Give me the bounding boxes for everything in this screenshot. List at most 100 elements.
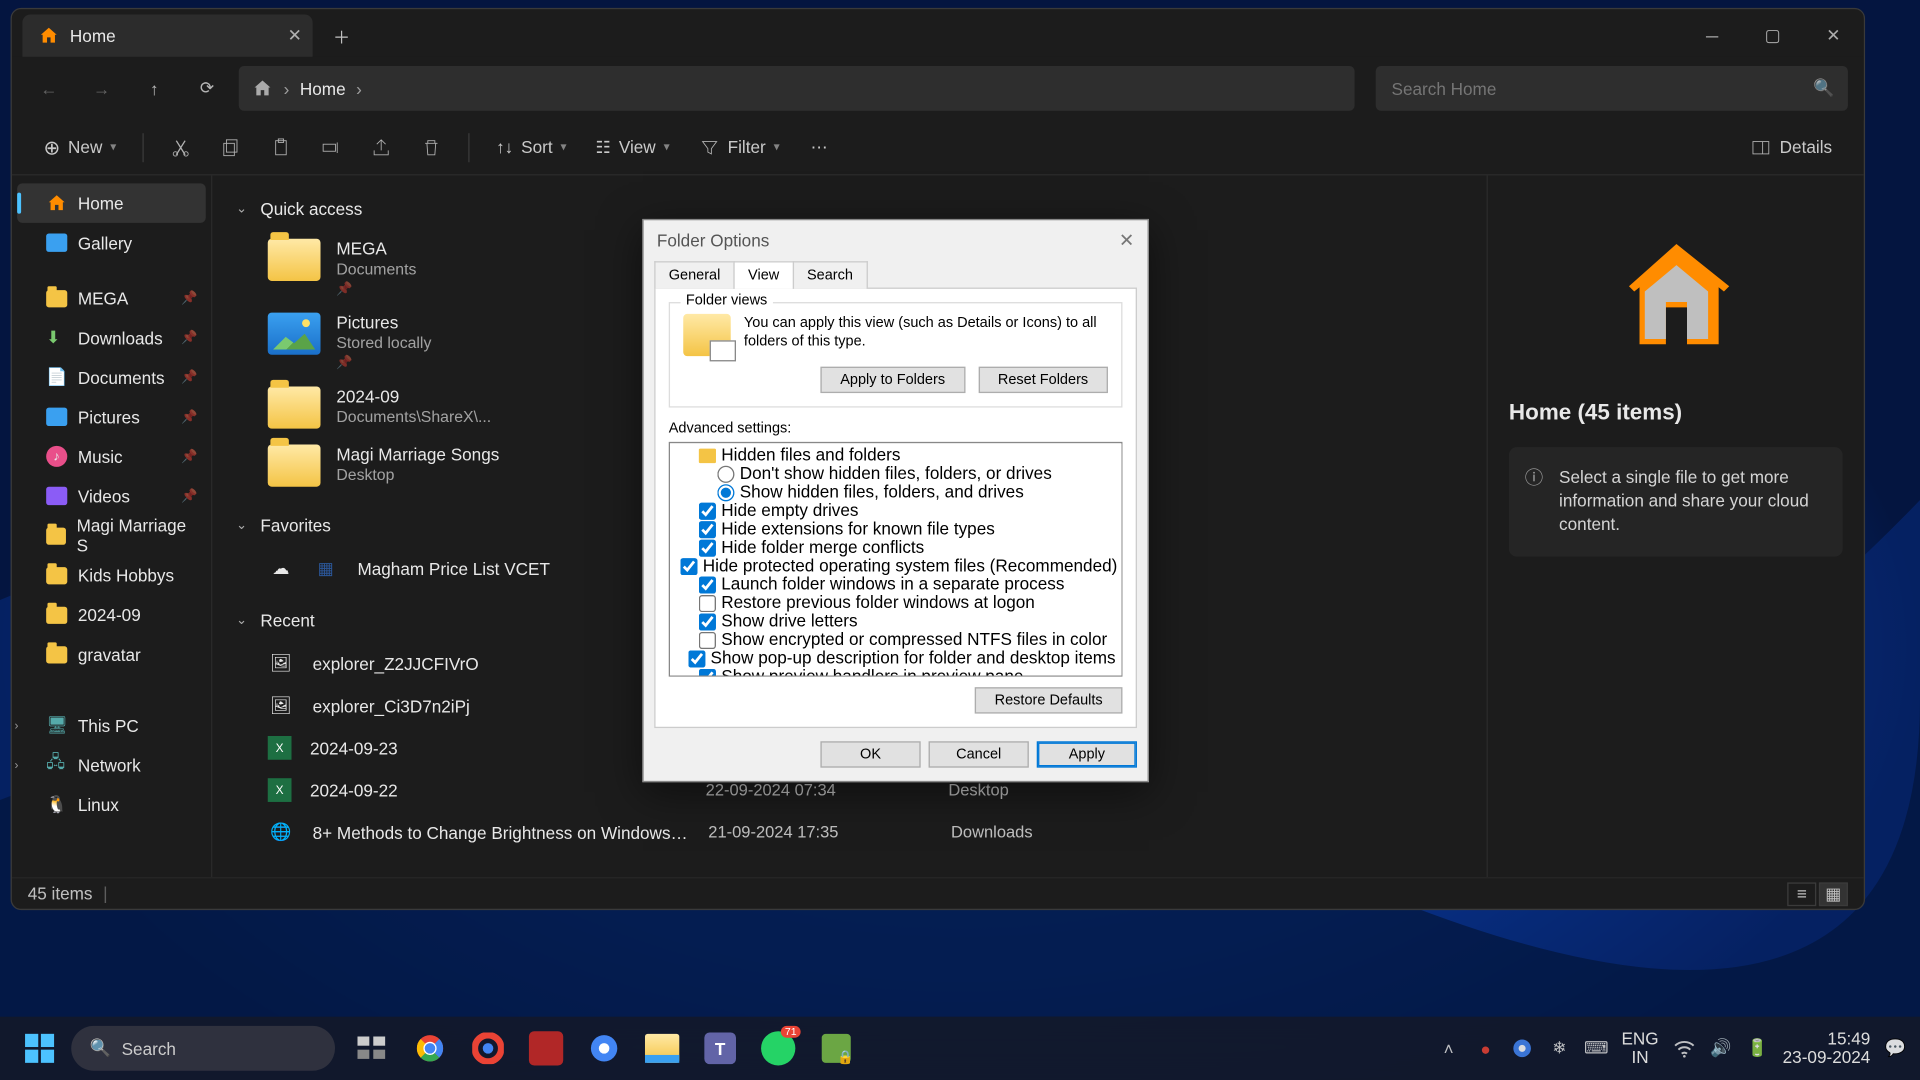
start-button[interactable] xyxy=(13,1022,66,1075)
new-tab-button[interactable]: ＋ xyxy=(321,15,363,57)
advanced-settings-list[interactable]: Hidden files and folders Don't show hidd… xyxy=(669,442,1123,677)
sidebar-item-thispc[interactable]: ›🖥This PC xyxy=(17,706,206,746)
checkbox-hide-merge[interactable] xyxy=(699,539,716,556)
checkbox-restore-previous[interactable] xyxy=(699,594,716,611)
close-dialog-button[interactable]: ✕ xyxy=(1119,229,1134,251)
rename-button[interactable] xyxy=(310,127,352,167)
restore-defaults-button[interactable]: Restore Defaults xyxy=(975,687,1123,713)
filter-button[interactable]: Filter▾ xyxy=(688,127,790,167)
tray-record-icon[interactable]: ● xyxy=(1474,1036,1498,1060)
forward-button[interactable]: → xyxy=(80,67,122,109)
breadcrumb-home[interactable]: Home xyxy=(300,78,346,98)
search-box[interactable]: 🔍 xyxy=(1376,66,1848,111)
tab-search[interactable]: Search xyxy=(792,261,867,289)
reset-folders-button[interactable]: Reset Folders xyxy=(978,367,1108,393)
advanced-settings-label: Advanced settings: xyxy=(669,421,1123,437)
dialog-titlebar[interactable]: Folder Options✕ xyxy=(644,220,1148,260)
address-bar[interactable]: › Home › xyxy=(239,66,1355,111)
language-indicator[interactable]: ENGIN xyxy=(1621,1029,1658,1067)
share-button[interactable] xyxy=(360,127,402,167)
sidebar-item-pictures[interactable]: Pictures📌 xyxy=(17,397,206,437)
checkbox-drive-letters[interactable] xyxy=(699,613,716,630)
wifi-icon[interactable] xyxy=(1672,1036,1696,1060)
chrome-dev-icon[interactable] xyxy=(578,1022,631,1075)
up-button[interactable]: ↑ xyxy=(133,67,175,109)
cancel-button[interactable]: Cancel xyxy=(929,741,1029,767)
checkbox-encrypted-color[interactable] xyxy=(699,631,716,648)
sidebar-item-kids[interactable]: Kids Hobbys xyxy=(17,555,206,595)
tray-snowflake-icon[interactable]: ❄ xyxy=(1548,1036,1572,1060)
app-red-icon[interactable] xyxy=(520,1022,573,1075)
sidebar-item-downloads[interactable]: ⬇Downloads📌 xyxy=(17,318,206,358)
sidebar-item-gallery[interactable]: Gallery xyxy=(17,223,206,263)
chrome-icon[interactable] xyxy=(404,1022,457,1075)
checkbox-hide-extensions[interactable] xyxy=(699,520,716,537)
sidebar-item-videos[interactable]: Videos📌 xyxy=(17,476,206,516)
details-pane: Home (45 items) Select a single file to … xyxy=(1487,175,1864,877)
volume-icon[interactable]: 🔊 xyxy=(1709,1036,1733,1060)
chevron-right-icon[interactable]: › xyxy=(15,758,19,771)
paste-button[interactable] xyxy=(260,127,302,167)
sidebar-item-2024-09[interactable]: 2024-09 xyxy=(17,595,206,635)
sidebar-item-magi[interactable]: Magi Marriage S xyxy=(17,516,206,556)
folder-views-icon xyxy=(683,314,730,356)
sidebar-item-music[interactable]: ♪Music📌 xyxy=(17,437,206,477)
refresh-button[interactable]: ⟳ xyxy=(186,67,228,109)
tray-overflow-icon[interactable]: ˄ xyxy=(1437,1036,1461,1060)
details-view-button[interactable]: ≡ xyxy=(1787,882,1816,906)
delete-button[interactable] xyxy=(410,127,452,167)
apply-to-folders-button[interactable]: Apply to Folders xyxy=(820,367,964,393)
chrome-canary-icon[interactable] xyxy=(462,1022,515,1075)
radio-dont-show-hidden[interactable] xyxy=(718,465,735,482)
folder-icon xyxy=(46,290,67,307)
taskbar-search[interactable]: 🔍Search xyxy=(71,1026,335,1071)
task-view-button[interactable] xyxy=(346,1022,399,1075)
notifications-icon[interactable]: 💬 xyxy=(1884,1036,1908,1060)
checkbox-hide-os-files[interactable] xyxy=(681,557,698,574)
view-button[interactable]: ☷View▾ xyxy=(585,127,680,167)
sidebar-item-linux[interactable]: 🐧Linux xyxy=(17,785,206,825)
recent-item[interactable]: 🌐8+ Methods to Change Brightness on Wind… xyxy=(236,811,1463,853)
sidebar-item-home[interactable]: Home xyxy=(17,183,206,223)
battery-icon[interactable]: 🔋 xyxy=(1746,1036,1770,1060)
maximize-button[interactable]: ▢ xyxy=(1742,15,1803,57)
more-button[interactable]: ⋯ xyxy=(798,127,840,167)
chevron-down-icon: ⌄ xyxy=(236,518,247,533)
details-pane-button[interactable]: Details xyxy=(1740,127,1843,167)
new-button[interactable]: ⊕New▾ xyxy=(33,127,127,167)
app-lock-icon[interactable]: 🔒 xyxy=(810,1022,863,1075)
ok-button[interactable]: OK xyxy=(820,741,920,767)
back-button[interactable]: ← xyxy=(28,67,70,109)
minimize-button[interactable]: ─ xyxy=(1682,15,1743,57)
close-tab-icon[interactable]: ✕ xyxy=(288,25,302,46)
checkbox-launch-separate[interactable] xyxy=(699,576,716,593)
sidebar-item-gravatar[interactable]: gravatar xyxy=(17,634,206,674)
teams-icon[interactable]: T xyxy=(694,1022,747,1075)
close-window-button[interactable]: ✕ xyxy=(1803,15,1864,57)
tiles-view-button[interactable]: ▦ xyxy=(1819,882,1848,906)
cut-button[interactable] xyxy=(160,127,202,167)
command-bar: ⊕New▾ ↑↓Sort▾ ☷View▾ Filter▾ ⋯ Details xyxy=(12,120,1864,175)
checkbox-hide-empty-drives[interactable] xyxy=(699,502,716,519)
sort-button[interactable]: ↑↓Sort▾ xyxy=(486,127,578,167)
search-input[interactable] xyxy=(1392,78,1833,98)
checkbox-preview-handlers[interactable] xyxy=(699,668,716,677)
sidebar-item-documents[interactable]: 📄Documents📌 xyxy=(17,357,206,397)
clock[interactable]: 15:4923-09-2024 xyxy=(1783,1029,1871,1067)
search-icon[interactable]: 🔍 xyxy=(1813,78,1834,99)
checkbox-popup-desc[interactable] xyxy=(688,650,705,667)
chevron-right-icon[interactable]: › xyxy=(15,719,19,732)
sidebar-item-mega[interactable]: MEGA📌 xyxy=(17,278,206,318)
radio-show-hidden[interactable] xyxy=(718,483,735,500)
file-explorer-icon[interactable] xyxy=(636,1022,689,1075)
tray-keyboard-icon[interactable]: ⌨ xyxy=(1585,1036,1609,1060)
sidebar-item-network[interactable]: ›🖧Network xyxy=(17,745,206,785)
navigation-bar: ← → ↑ ⟳ › Home › 🔍 xyxy=(12,57,1864,120)
copy-button[interactable] xyxy=(210,127,252,167)
tab-view[interactable]: View xyxy=(734,261,794,289)
tab-home[interactable]: Home ✕ xyxy=(22,15,312,57)
whatsapp-icon[interactable]: 71 xyxy=(752,1022,805,1075)
apply-button[interactable]: Apply xyxy=(1037,741,1137,767)
tray-chrome-icon[interactable] xyxy=(1511,1036,1535,1060)
tab-general[interactable]: General xyxy=(654,261,735,289)
